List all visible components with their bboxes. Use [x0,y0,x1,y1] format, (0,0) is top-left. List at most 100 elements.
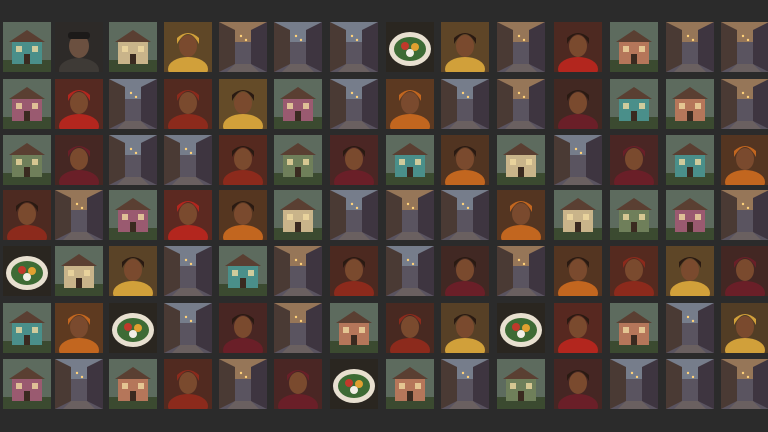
thumbnail-portrait [55,303,103,353]
thumbnail-street [330,79,378,129]
portrait-image [721,135,768,185]
street-image [721,22,768,72]
street-image [441,79,489,129]
street-image [441,190,489,240]
thumbnail-house [274,135,322,185]
thumbnail-house [109,190,157,240]
thumbnail-portrait [441,246,489,296]
thumbnail-street [441,359,489,409]
thumbnail-house [219,246,267,296]
portrait-image [554,22,602,72]
portrait-image [274,359,322,409]
thumbnail-house [274,79,322,129]
portrait-image [219,303,267,353]
house-image [386,135,434,185]
thumbnail-street [386,246,434,296]
thumbnail-food [3,246,51,296]
portrait-image [554,303,602,353]
thumbnail-street [441,79,489,129]
street-image [441,359,489,409]
house-image [330,303,378,353]
thumbnail-portrait [164,359,212,409]
thumbnail-house [3,79,51,129]
street-image [219,359,267,409]
house-image [610,22,658,72]
thumbnail-grid [0,22,768,412]
portrait-image [554,359,602,409]
thumbnail-portrait [554,359,602,409]
house-image [109,359,157,409]
street-image [274,303,322,353]
street-image [109,135,157,185]
street-image [666,359,714,409]
street-image [109,79,157,129]
thumbnail-street [109,135,157,185]
thumbnail-street [721,79,768,129]
thumbnail-elder [55,22,103,72]
portrait-image [497,190,545,240]
portrait-image [721,246,768,296]
thumbnail-street [497,246,545,296]
thumbnail-portrait [554,246,602,296]
image-collage [0,0,768,432]
thumbnail-street [386,190,434,240]
portrait-image [441,303,489,353]
street-image [219,22,267,72]
street-image [330,22,378,72]
portrait-image [554,79,602,129]
thumbnail-portrait [219,79,267,129]
thumbnail-house [666,79,714,129]
house-image [109,22,157,72]
thumbnail-house [610,79,658,129]
thumbnail-house [3,135,51,185]
thumbnail-house [666,190,714,240]
street-image [721,79,768,129]
thumbnail-food [330,359,378,409]
thumbnail-street [721,190,768,240]
thumbnail-street [164,303,212,353]
thumbnail-portrait [610,246,658,296]
thumbnail-house [497,359,545,409]
house-image [610,190,658,240]
house-image [554,190,602,240]
thumbnail-portrait [554,303,602,353]
thumbnail-street [55,190,103,240]
street-image [55,359,103,409]
thumbnail-house [109,359,157,409]
food-image [109,303,157,353]
portrait-image [55,303,103,353]
thumbnail-house [666,135,714,185]
house-image [274,135,322,185]
thumbnail-street [330,22,378,72]
portrait-image [219,190,267,240]
portrait-image [3,190,51,240]
thumbnail-portrait [164,79,212,129]
thumbnail-street [666,22,714,72]
thumbnail-street [164,246,212,296]
thumbnail-portrait [164,22,212,72]
street-image [497,79,545,129]
house-image [386,359,434,409]
thumbnail-portrait [610,135,658,185]
thumbnail-house [554,190,602,240]
house-image [610,303,658,353]
thumbnail-house [109,22,157,72]
street-image [55,190,103,240]
thumbnail-food [497,303,545,353]
thumbnail-house [610,22,658,72]
thumbnail-street [274,22,322,72]
thumbnail-street [441,190,489,240]
thumbnail-portrait [666,246,714,296]
house-image [3,135,51,185]
portrait-image [441,135,489,185]
thumbnail-street [554,135,602,185]
thumbnail-portrait [721,135,768,185]
portrait-image [666,246,714,296]
house-image [497,135,545,185]
thumbnail-food [109,303,157,353]
portrait-image [164,22,212,72]
portrait-image [164,79,212,129]
thumbnail-portrait [330,135,378,185]
food-image [386,22,434,72]
street-image [330,190,378,240]
